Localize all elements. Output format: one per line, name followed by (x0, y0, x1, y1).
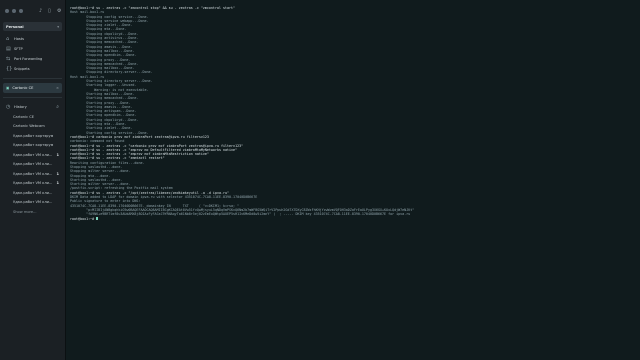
terminal-command-line: root@box1:~# (70, 217, 636, 221)
history-item[interactable]: Удал.работ кортэрум (3, 141, 62, 151)
search-icon[interactable]: ⌕ (56, 104, 59, 110)
maximize-window-button[interactable] (19, 9, 23, 13)
port-forward-icon: ⇆ (6, 56, 11, 62)
history-item-badge: 1 (56, 152, 59, 157)
minimize-window-button[interactable] (12, 9, 16, 13)
sidebar-item-port-forwarding[interactable]: ⇆ Port Forwarding (3, 54, 62, 64)
clock-icon: ◷ (6, 104, 11, 110)
terminal-cursor (96, 216, 99, 221)
workspace-label: Personal (6, 24, 24, 29)
show-more-link[interactable]: Show more... (3, 207, 62, 216)
terminal-output[interactable]: root@box1:~# su - zextras -c "zmcontrol … (66, 0, 640, 360)
sidebar-item-label: Hosts (14, 37, 25, 41)
history-section-header[interactable]: ◷ History ⌕ (3, 102, 62, 112)
home-icon: ⌂ (6, 36, 10, 42)
window-topbar: ♪ ▯ ⚙ (3, 4, 62, 18)
settings-icon[interactable]: ⚙ (57, 8, 62, 14)
divider (3, 97, 62, 98)
history-item[interactable]: Удал.работ кортэрум (3, 131, 62, 141)
history-item-label: Cartonic CE (13, 114, 34, 119)
history-item-label: Удал.работ VM кли... (13, 162, 53, 167)
sidebar-toggle-icon[interactable]: ▯ (48, 8, 53, 14)
history-item-label: Удал.работ кортэрум (13, 143, 54, 148)
sidebar: ♪ ▯ ⚙ Personal ▾ ⌂ Hosts ▤ SFTP ⇆ Port Forwar… (0, 0, 66, 360)
close-window-button[interactable] (5, 9, 9, 13)
divider (3, 78, 62, 79)
terminal-icon: ▣ (6, 86, 10, 90)
history-item[interactable]: Удал.работ VM кли... 1 (3, 150, 62, 160)
workspace-selector[interactable]: Personal ▾ (3, 22, 62, 31)
history-item[interactable]: Удал.работ VM кли... (3, 188, 62, 198)
chevron-down-icon: ▾ (57, 24, 59, 29)
terminal-line-text: "fA9NK+e9BRTimf8u3AUdAMX8j8OIAzFyFAGsC9Y… (70, 212, 411, 217)
history-item[interactable]: Удал.работ VM кли... 1 (3, 179, 62, 189)
history-item-badge: 1 (56, 181, 59, 186)
window-controls (5, 9, 23, 13)
history-item[interactable]: Удал.работ VM кли... (3, 160, 62, 170)
sidebar-item-label: SFTP (14, 47, 23, 51)
history-item-label: Удал.работ VM кли... (13, 190, 53, 195)
sidebar-item-snippets[interactable]: {} Snippets (3, 64, 62, 74)
history-item[interactable]: Cartonic Webcam (3, 122, 62, 132)
sidebar-item-label: Snippets (14, 67, 30, 71)
history-item[interactable]: Удал.работ VM кли... 1 (3, 169, 62, 179)
sidebar-item-hosts[interactable]: ⌂ Hosts (3, 34, 62, 44)
terminal-line-text: root@box1:~# (70, 216, 97, 221)
active-session-tab[interactable]: ▣ Cartonic CE × (3, 83, 62, 93)
folder-icon: ▤ (6, 46, 11, 52)
app-window: ♪ ▯ ⚙ Personal ▾ ⌂ Hosts ▤ SFTP ⇆ Port Forwar… (0, 0, 640, 360)
history-item-label: Удал.работ VM кли... (13, 181, 53, 186)
history-item[interactable]: Удал.работ VM кли... (3, 198, 62, 208)
history-item-label: Удал.работ кортэрум (13, 133, 54, 138)
history-label: History (14, 105, 27, 109)
close-icon[interactable]: × (56, 86, 59, 90)
history-item-label: Удал.работ VM кли... (13, 171, 53, 176)
sidebar-item-label: Port Forwarding (14, 57, 43, 61)
history-item-label: Cartonic Webcam (13, 124, 45, 129)
history-item-label: Удал.работ VM кли... (13, 152, 53, 157)
sidebar-item-sftp[interactable]: ▤ SFTP (3, 44, 62, 54)
bell-icon[interactable]: ♪ (39, 8, 44, 14)
active-session-label: Cartonic CE (12, 86, 34, 90)
history-item-label: Удал.работ VM кли... (13, 200, 53, 205)
history-item[interactable]: Cartonic CE (3, 112, 62, 122)
snippets-icon: {} (6, 66, 13, 72)
history-item-badge: 1 (56, 171, 59, 176)
